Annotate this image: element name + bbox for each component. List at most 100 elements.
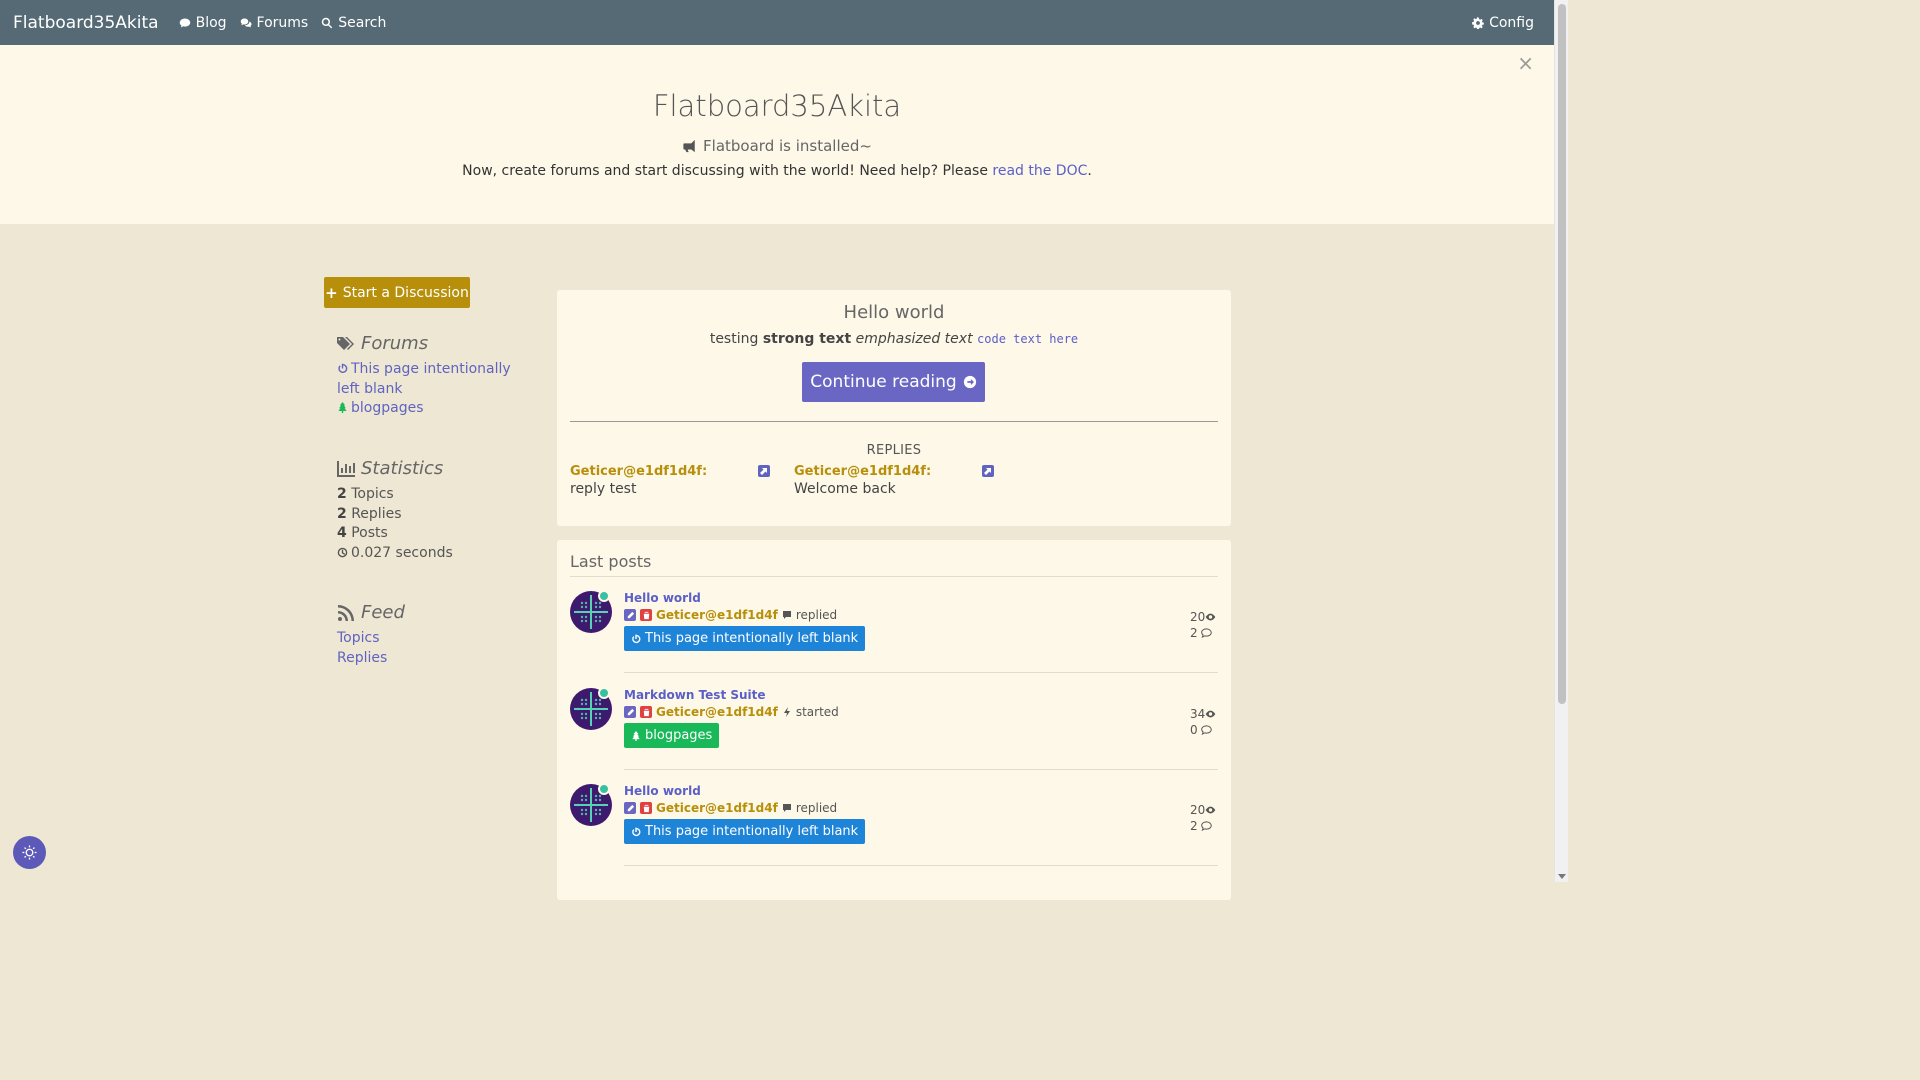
feed-heading-label: Feed	[361, 602, 405, 623]
forum-link-blogpages[interactable]: blogpages	[337, 399, 537, 419]
forums-heading-label: Forums	[361, 333, 429, 354]
featured-divider	[570, 421, 1218, 422]
feed-topics-link[interactable]: Topics	[337, 629, 537, 649]
view-count: 20	[1190, 610, 1206, 624]
forum-tag-badge[interactable]: This page intentionally left blank	[624, 819, 866, 844]
start-discussion-button[interactable]: + Start a Discussion	[324, 277, 470, 308]
clock-icon	[337, 547, 348, 557]
brand-link[interactable]: Flatboard35Akita	[13, 13, 159, 33]
continue-reading-label: Continue reading	[810, 372, 957, 392]
forums-heading: Forums	[337, 333, 537, 354]
theme-toggle-button[interactable]	[13, 836, 46, 869]
page-scrollbar[interactable]	[1554, 0, 1568, 882]
nav-forums-label: Forums	[256, 14, 309, 31]
reply-text: reply test	[570, 481, 637, 497]
search-icon	[322, 17, 333, 28]
trash-icon[interactable]	[640, 706, 652, 718]
forum-link-blank[interactable]: This page intentionally left blank	[337, 360, 537, 399]
banner-text: Now, create forums and start discussing …	[0, 163, 1554, 179]
last-post-item: Hello world Geticer@e1df1d4f replied Thi…	[570, 577, 1218, 673]
post-author[interactable]: Geticer@e1df1d4f	[656, 801, 778, 815]
external-link-icon[interactable]	[758, 465, 770, 477]
banner-text-after: .	[1087, 163, 1092, 179]
power-icon	[632, 827, 641, 836]
nav-config-label: Config	[1489, 14, 1534, 31]
last-post-meta: Geticer@e1df1d4f started	[624, 705, 839, 719]
arrow-circle-right-icon	[963, 375, 976, 389]
comment-count: 2	[1190, 626, 1198, 640]
nav-search[interactable]: Search	[321, 15, 386, 31]
forum-tag-badge[interactable]: This page intentionally left blank	[624, 626, 866, 651]
feed-section: Feed Topics Replies	[337, 602, 537, 668]
post-author[interactable]: Geticer@e1df1d4f	[656, 608, 778, 622]
eye-icon	[1205, 613, 1216, 621]
online-status-dot	[598, 590, 610, 602]
megaphone-icon	[683, 139, 695, 153]
nav-forums[interactable]: Forums	[240, 14, 309, 31]
feed-replies-link[interactable]: Replies	[337, 649, 537, 669]
comment-count: 2	[1190, 819, 1198, 833]
welcome-banner: × Flatboard35Akita Flatboard is installe…	[0, 45, 1554, 224]
featured-post-excerpt: testing strong text emphasized text code…	[709, 331, 1079, 347]
edit-icon[interactable]	[624, 609, 636, 621]
banner-subtitle: Flatboard is installed~	[0, 137, 1554, 155]
tree-icon	[632, 730, 640, 741]
reply-icon	[782, 608, 792, 622]
online-status-dot	[598, 687, 610, 699]
continue-reading-button[interactable]: Continue reading	[802, 362, 985, 402]
post-stats: 20 2	[1190, 609, 1218, 641]
last-post-meta: Geticer@e1df1d4f replied	[624, 608, 837, 622]
last-posts-heading: Last posts	[570, 552, 652, 571]
statistics-section: Statistics 2 Topics 2 Replies 4 Posts 0.…	[337, 458, 537, 563]
last-posts-card: Last posts Hello world Geticer@e1df1d4f …	[557, 540, 1231, 900]
view-count: 34	[1190, 707, 1206, 721]
power-icon	[632, 634, 641, 643]
nav-blog[interactable]: Blog	[179, 15, 227, 31]
rss-icon	[338, 604, 354, 621]
last-post-title[interactable]: Hello world	[624, 591, 701, 605]
doc-link[interactable]: read the DOC	[992, 163, 1087, 179]
reply-icon	[782, 801, 792, 815]
external-link-icon[interactable]	[982, 465, 994, 477]
forum-tag-badge[interactable]: blogpages	[624, 723, 720, 748]
forum-link-blogpages-label: blogpages	[351, 400, 424, 416]
post-action: replied	[795, 608, 838, 622]
last-post-title[interactable]: Hello world	[624, 784, 701, 798]
banner-subtitle-text: Flatboard is installed~	[703, 137, 872, 155]
banner-text-before: Now, create forums and start discussing …	[462, 163, 993, 179]
reply-item: Geticer@e1df1d4f: reply test	[570, 463, 770, 497]
last-post-title[interactable]: Markdown Test Suite	[624, 688, 766, 702]
post-action: started	[795, 705, 839, 719]
nav-search-label: Search	[338, 14, 387, 31]
stat-time: 0.027 seconds	[337, 544, 537, 564]
stat-posts: 4 Posts	[337, 525, 388, 541]
trash-icon[interactable]	[640, 609, 652, 621]
featured-post-title[interactable]: Hello world	[557, 302, 1231, 323]
reply-item: Geticer@e1df1d4f: Welcome back	[794, 463, 994, 497]
feed-heading: Feed	[337, 602, 537, 623]
comment-icon	[1201, 725, 1213, 736]
comments-icon	[240, 18, 252, 27]
post-action: replied	[795, 801, 838, 815]
nav-blog-label: Blog	[195, 14, 227, 31]
banner-title: Flatboard35Akita	[652, 89, 902, 123]
plus-icon: +	[325, 283, 338, 302]
view-count: 20	[1190, 803, 1206, 817]
reply-author[interactable]: Geticer@e1df1d4f	[794, 464, 926, 479]
nav-config[interactable]: Config	[1472, 15, 1534, 31]
scrollbar-thumb[interactable]	[1558, 4, 1566, 704]
item-divider	[624, 865, 1218, 866]
stat-replies: 2 Replies	[337, 505, 402, 522]
last-post-item: Hello world Geticer@e1df1d4f replied Thi…	[570, 770, 1218, 866]
start-discussion-label: Start a Discussion	[342, 284, 469, 301]
scroll-down-arrow[interactable]	[1558, 874, 1566, 879]
sun-icon	[22, 845, 37, 860]
trash-icon[interactable]	[640, 802, 652, 814]
power-icon	[338, 363, 348, 373]
post-author[interactable]: Geticer@e1df1d4f	[656, 705, 778, 719]
comment-icon	[179, 18, 190, 27]
edit-icon[interactable]	[624, 706, 636, 718]
close-banner-button[interactable]: ×	[1517, 51, 1534, 75]
edit-icon[interactable]	[624, 802, 636, 814]
reply-author[interactable]: Geticer@e1df1d4f	[570, 464, 702, 479]
